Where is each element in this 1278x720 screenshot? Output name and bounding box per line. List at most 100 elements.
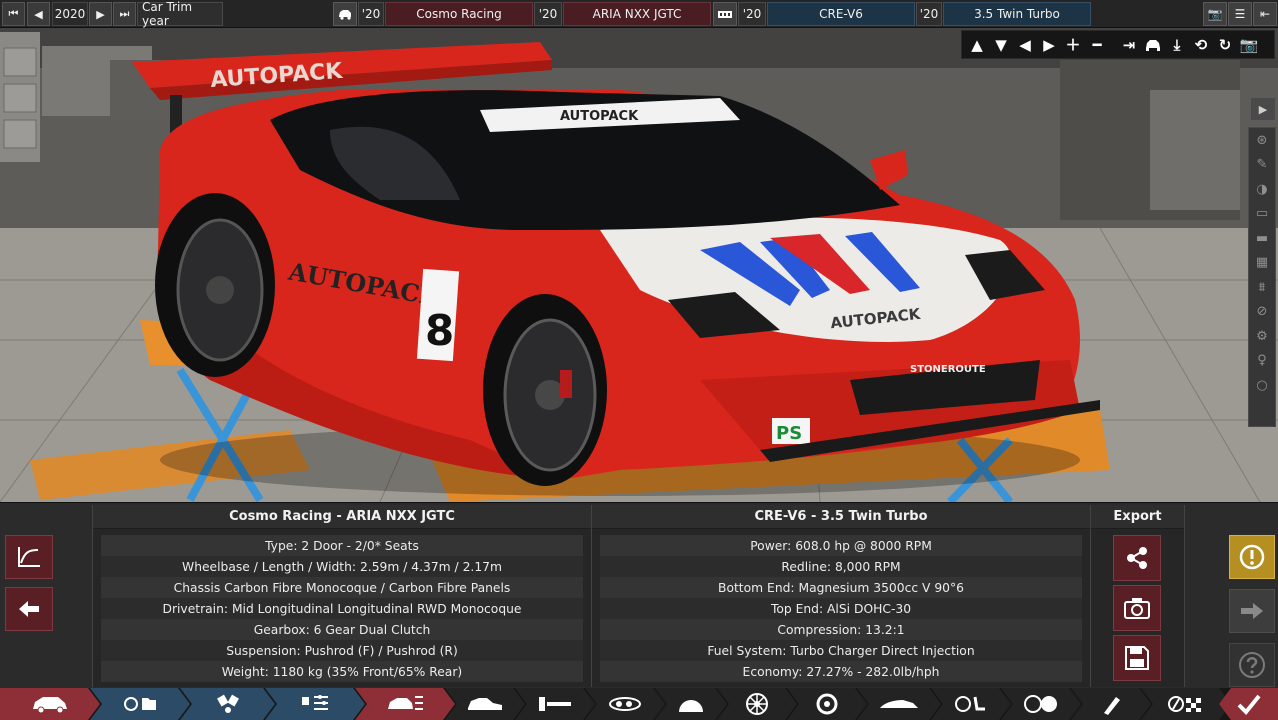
tab-fixtures[interactable] [515, 688, 595, 720]
screenshot-button[interactable]: 📷 [1203, 2, 1227, 26]
brand-selector[interactable]: Cosmo Racing [385, 2, 533, 26]
next-button[interactable] [1229, 589, 1275, 633]
circle-icon: ○ [1256, 377, 1268, 393]
lift-toggle[interactable]: ⩩ [1249, 275, 1275, 300]
camera-up-button[interactable]: ▲ [966, 34, 988, 56]
tab-testing[interactable] [1001, 688, 1081, 720]
help-button[interactable] [1229, 643, 1275, 687]
hide-toggle[interactable]: ⊘ [1249, 300, 1275, 325]
camera-photo-button[interactable]: 📷 [1238, 34, 1260, 56]
side-panel-expand-button[interactable]: ▶ [1250, 97, 1276, 121]
headlight-icon: ◑ [1256, 181, 1268, 197]
tab-interior[interactable] [931, 688, 1011, 720]
prev-year-button[interactable]: ◀ [27, 2, 50, 26]
zoom-out-button[interactable]: ━ [1086, 34, 1108, 56]
door-icon: ▭ [1255, 206, 1269, 222]
suspension-icon [535, 695, 575, 713]
zoom-in-button[interactable]: ＋ [1062, 34, 1084, 56]
camera-drop-button[interactable]: ⤓ [1166, 34, 1188, 56]
camera-right-button[interactable]: ▶ [1038, 34, 1060, 56]
year-field[interactable]: 2020 [52, 2, 88, 26]
save-button[interactable] [1113, 635, 1161, 681]
car-body-icon [30, 693, 70, 715]
tab-wheels[interactable] [717, 688, 797, 720]
camera-reset-button[interactable]: ↻ [1214, 34, 1236, 56]
bumper-decal: STONEROUTE [910, 364, 986, 375]
engine-summary-title: CRE-V6 - 3.5 Twin Turbo [592, 505, 1090, 529]
lights-toggle[interactable]: ◑ [1249, 177, 1275, 202]
play-icon: ▶ [1258, 102, 1268, 116]
engine-selector[interactable]: CRE-V6 [767, 2, 915, 26]
car-type-row: Type: 2 Door - 2/0* Seats [101, 535, 583, 556]
arrow-left-icon [19, 601, 39, 617]
grille-toggle[interactable]: ▦ [1249, 251, 1275, 276]
camera-car-view-button[interactable] [1142, 34, 1164, 56]
menu-button[interactable]: ☰ [1228, 2, 1252, 26]
tab-chassis-summary[interactable] [355, 688, 455, 720]
back-button[interactable]: ⇤ [1253, 2, 1277, 26]
car-summary-rows: Type: 2 Door - 2/0* Seats Wheelbase / Le… [101, 535, 583, 682]
finish-button[interactable] [1219, 688, 1278, 720]
engine-top-end-row: Top End: AlSi DOHC-30 [600, 598, 1082, 619]
tab-engine-family[interactable] [90, 688, 190, 720]
designer-tab-bar [0, 688, 1278, 720]
settings-toggle[interactable]: ⚙ [1249, 324, 1275, 349]
wheel-icon: ⊛ [1256, 132, 1268, 148]
car-drivetrain-row: Drivetrain: Mid Longitudinal Longitudina… [101, 598, 583, 619]
camera-left-button[interactable]: ◀ [1014, 34, 1036, 56]
car-settings-icon [385, 693, 425, 715]
engine-power-row: Power: 608.0 hp @ 8000 RPM [600, 535, 1082, 556]
previous-button[interactable] [5, 587, 53, 631]
door-toggle[interactable]: ▭ [1249, 202, 1275, 227]
tab-engine-bay[interactable] [655, 688, 727, 720]
chassis-icon: ▬ [1255, 230, 1269, 246]
tab-brakes[interactable] [787, 688, 867, 720]
share-button[interactable] [1113, 535, 1161, 581]
warnings-button[interactable] [1229, 535, 1275, 579]
model-selector[interactable]: ARIA NXX JGTC [563, 2, 711, 26]
tab-aero[interactable] [857, 688, 941, 720]
tab-lights[interactable] [585, 688, 665, 720]
front-wheel [483, 294, 607, 486]
engine-redline-row: Redline: 8,000 RPM [600, 556, 1082, 577]
graph-icon [18, 547, 40, 567]
variant-selector[interactable]: 3.5 Twin Turbo [943, 2, 1091, 26]
pistons-icon [211, 693, 245, 715]
tab-body[interactable] [445, 688, 525, 720]
first-year-button[interactable]: ⏮ [2, 2, 25, 26]
engine-year-short: '20 [738, 2, 766, 26]
environment-toggle[interactable]: ○ [1249, 373, 1275, 398]
arrow-left-icon: ◀ [34, 7, 43, 21]
car-render: AUTOPACK AUTOPACK AUTOPACK AUTOPACK 8 ST… [0, 28, 1278, 502]
tab-car-designer[interactable] [0, 688, 100, 720]
performance-graph-button[interactable] [5, 535, 53, 579]
driver-toggle[interactable]: ♀ [1249, 349, 1275, 374]
steering-seat-icon [953, 693, 989, 715]
car-chassis-row: Chassis Carbon Fibre Monocoque / Carbon … [101, 577, 583, 598]
car-model-icon-button[interactable] [333, 2, 357, 26]
tab-engine-parts[interactable] [180, 688, 275, 720]
photo-export-button[interactable] [1113, 585, 1161, 631]
engine-summary-panel: CRE-V6 - 3.5 Twin Turbo Power: 608.0 hp … [591, 505, 1090, 687]
share-icon [1127, 547, 1147, 569]
last-year-button[interactable]: ⏭ [113, 2, 136, 26]
paint-toggle[interactable]: ✎ [1249, 153, 1275, 178]
tab-engine-tuning[interactable] [265, 688, 365, 720]
camera-orbit-button[interactable]: ⟲ [1190, 34, 1212, 56]
tab-paint[interactable] [1071, 688, 1151, 720]
skip-forward-icon: ⏭ [119, 7, 130, 20]
engine-bottom-end-row: Bottom End: Magnesium 3500cc V 90°6 [600, 577, 1082, 598]
wheel-toggle[interactable]: ⊛ [1249, 128, 1275, 153]
engine-icon-button[interactable] [713, 2, 737, 26]
car-viewport[interactable]: AUTOPACK AUTOPACK AUTOPACK AUTOPACK 8 ST… [0, 28, 1278, 502]
person-icon: ♀ [1257, 353, 1267, 369]
triangle-left-icon: ◀ [1019, 35, 1031, 54]
view-side-panel: ▶ ⊛ ✎ ◑ ▭ ▬ ▦ ⩩ ⊘ ⚙ ♀ ○ [1248, 97, 1276, 427]
tab-finish-checks[interactable] [1141, 688, 1231, 720]
camera-side-button[interactable]: ⇥ [1118, 34, 1140, 56]
skip-back-icon: ⏮ [8, 7, 19, 20]
next-year-button[interactable]: ▶ [89, 2, 112, 26]
camera-down-button[interactable]: ▼ [990, 34, 1012, 56]
warning-exclamation-icon [1239, 544, 1265, 570]
chassis-toggle[interactable]: ▬ [1249, 226, 1275, 251]
